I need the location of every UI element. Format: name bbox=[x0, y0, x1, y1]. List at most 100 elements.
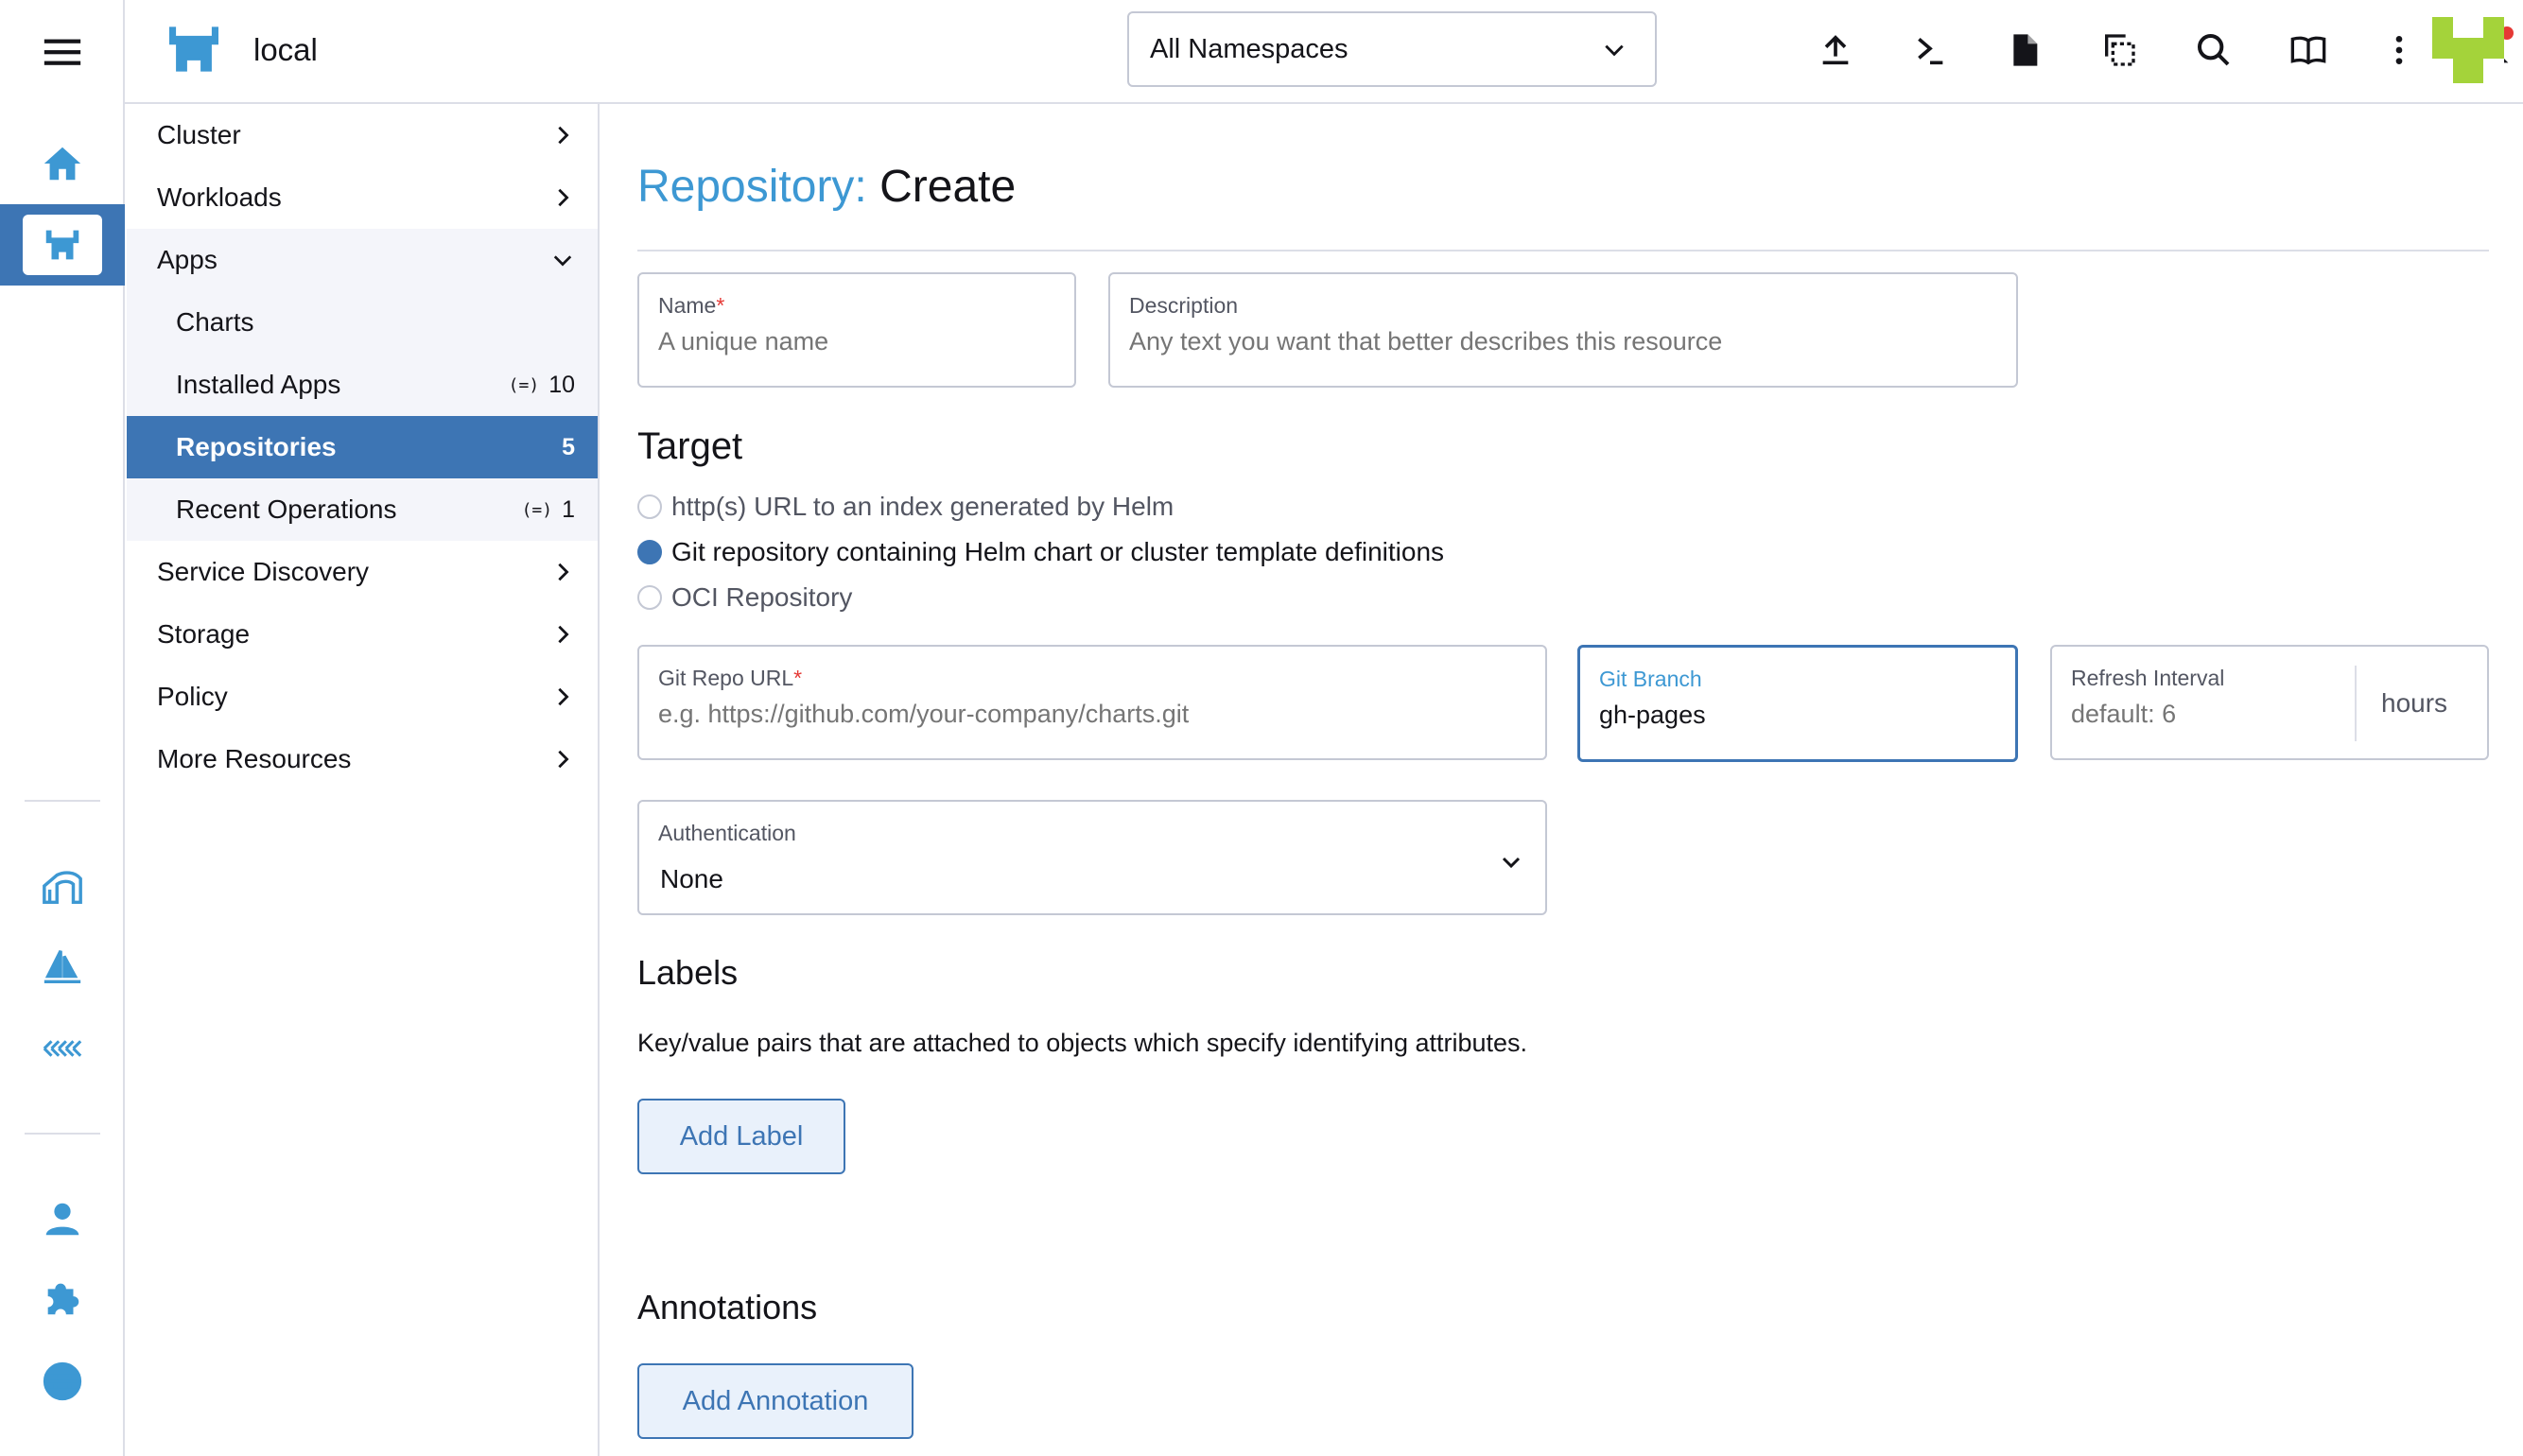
globe-icon[interactable] bbox=[0, 1350, 125, 1413]
name-label-text: Name bbox=[658, 293, 717, 318]
page-title: Repository: Create bbox=[637, 161, 1016, 213]
count-value: 5 bbox=[562, 433, 575, 460]
authentication-select[interactable]: Authentication None bbox=[637, 800, 1547, 915]
nav-item-cluster[interactable]: Cluster bbox=[127, 104, 598, 166]
nav-item-label: Workloads bbox=[157, 182, 282, 212]
top-header: local All Namespaces bbox=[125, 0, 2523, 104]
namespace-tag-icon: (=) bbox=[508, 374, 540, 395]
chevron-right-icon bbox=[558, 750, 569, 769]
nav-item-label: Repositories bbox=[176, 432, 337, 461]
terminal-icon[interactable] bbox=[1908, 28, 1952, 72]
nav-item-label: Apps bbox=[157, 245, 218, 274]
target-option-helm-url[interactable]: http(s) URL to an index generated by Hel… bbox=[637, 492, 1174, 522]
nav-item-label: Service Discovery bbox=[157, 557, 370, 586]
radio-label: OCI Repository bbox=[671, 582, 853, 612]
refresh-interval-field[interactable]: Refresh Interval hours bbox=[2050, 645, 2489, 760]
nav-item-label: Installed Apps bbox=[176, 370, 341, 399]
more-icon[interactable] bbox=[2377, 28, 2421, 72]
home-icon[interactable] bbox=[0, 132, 125, 195]
cluster-name[interactable]: local bbox=[253, 32, 318, 68]
git-branch-input[interactable] bbox=[1599, 701, 1996, 730]
refresh-interval-input[interactable] bbox=[2071, 700, 2345, 729]
nav-item-repositories[interactable]: Repositories 5 bbox=[127, 416, 598, 478]
name-field[interactable]: Name* bbox=[637, 272, 1076, 388]
search-icon[interactable] bbox=[2192, 28, 2236, 72]
radio-unchecked[interactable] bbox=[637, 585, 662, 610]
nav-item-count: (=) 1 bbox=[522, 496, 575, 524]
radio-checked[interactable] bbox=[637, 540, 662, 564]
git-repo-url-label: Git Repo URL* bbox=[658, 666, 802, 691]
nav-item-policy[interactable]: Policy bbox=[127, 666, 598, 728]
required-mark: * bbox=[793, 666, 803, 690]
git-repo-url-input[interactable] bbox=[658, 700, 1526, 729]
radio-label: http(s) URL to an index generated by Hel… bbox=[671, 492, 1174, 521]
nav-item-more-resources[interactable]: More Resources bbox=[127, 728, 598, 790]
refresh-interval-unit: hours bbox=[2381, 688, 2448, 718]
book-icon[interactable] bbox=[2287, 28, 2330, 72]
chevron-down-icon bbox=[1502, 857, 1521, 869]
namespace-select[interactable]: All Namespaces bbox=[1127, 11, 1657, 87]
nav-item-charts[interactable]: Charts bbox=[127, 291, 598, 354]
left-rail bbox=[0, 0, 125, 1456]
count-value: 10 bbox=[548, 371, 575, 398]
fleet-icon[interactable] bbox=[0, 857, 125, 919]
add-label-button[interactable]: Add Label bbox=[637, 1099, 845, 1174]
title-divider bbox=[637, 250, 2489, 251]
extensions-grid-icon[interactable] bbox=[0, 1017, 125, 1080]
refresh-interval-label: Refresh Interval bbox=[2071, 666, 2225, 690]
unit-divider bbox=[2355, 666, 2357, 741]
description-field[interactable]: Description bbox=[1108, 272, 2018, 388]
rail-divider bbox=[25, 800, 100, 802]
nav-item-installed-apps[interactable]: Installed Apps (=) 10 bbox=[127, 354, 598, 416]
git-repo-url-field[interactable]: Git Repo URL* bbox=[637, 645, 1547, 760]
target-section-title: Target bbox=[637, 425, 743, 467]
nav-item-workloads[interactable]: Workloads bbox=[127, 166, 598, 229]
user-icon[interactable] bbox=[0, 1187, 125, 1250]
copy-icon[interactable] bbox=[2097, 28, 2141, 72]
cluster-explorer-button[interactable] bbox=[0, 204, 125, 286]
chevron-right-icon bbox=[558, 188, 569, 207]
required-mark: * bbox=[716, 293, 725, 318]
git-branch-field[interactable]: Git Branch bbox=[1577, 645, 2018, 762]
labels-section-title: Labels bbox=[637, 953, 739, 992]
nav-item-label: Storage bbox=[157, 619, 251, 649]
radio-unchecked[interactable] bbox=[637, 494, 662, 519]
file-icon[interactable] bbox=[2003, 28, 2046, 72]
authentication-label: Authentication bbox=[658, 821, 796, 845]
chevron-down-icon bbox=[553, 255, 572, 267]
nav-item-label: Cluster bbox=[157, 120, 241, 149]
chevron-right-icon bbox=[558, 625, 569, 644]
git-repo-url-label-text: Git Repo URL bbox=[658, 666, 794, 690]
namespace-select-value: All Namespaces bbox=[1150, 33, 1348, 64]
avatar[interactable] bbox=[2432, 17, 2504, 83]
page-title-prefix[interactable]: Repository: bbox=[637, 162, 867, 212]
target-option-oci[interactable]: OCI Repository bbox=[637, 582, 852, 613]
upload-icon[interactable] bbox=[1814, 28, 1857, 72]
target-option-git-repo[interactable]: Git repository containing Helm chart or … bbox=[637, 537, 1444, 567]
authentication-value: None bbox=[660, 864, 723, 893]
sail-icon[interactable] bbox=[0, 936, 125, 998]
nav-item-recent-operations[interactable]: Recent Operations (=) 1 bbox=[127, 478, 598, 541]
nav-item-apps[interactable]: Apps bbox=[127, 229, 598, 291]
count-value: 1 bbox=[562, 495, 575, 523]
nav-item-storage[interactable]: Storage bbox=[127, 603, 598, 666]
chevron-right-icon bbox=[558, 126, 569, 145]
nav-item-label: Recent Operations bbox=[176, 494, 397, 524]
puzzle-icon[interactable] bbox=[0, 1267, 125, 1329]
nav-item-label: Policy bbox=[157, 682, 228, 711]
namespace-tag-icon: (=) bbox=[521, 499, 553, 520]
name-input[interactable] bbox=[658, 327, 1055, 356]
cluster-logo-icon bbox=[169, 26, 218, 72]
description-input[interactable] bbox=[1129, 327, 1997, 356]
annotations-section-title: Annotations bbox=[637, 1288, 818, 1326]
nav-item-label: More Resources bbox=[157, 744, 352, 773]
menu-icon[interactable] bbox=[0, 19, 125, 85]
chevron-down-icon bbox=[1605, 44, 1624, 57]
page-title-action: Create bbox=[879, 162, 1017, 212]
add-annotation-button[interactable]: Add Annotation bbox=[637, 1363, 914, 1439]
nav-item-service-discovery[interactable]: Service Discovery bbox=[127, 541, 598, 603]
nav-item-count: 5 bbox=[562, 434, 575, 461]
side-nav: Cluster Workloads Apps Charts Installed … bbox=[127, 104, 600, 1456]
chevron-right-icon bbox=[558, 563, 569, 581]
radio-label: Git repository containing Helm chart or … bbox=[671, 537, 1445, 566]
